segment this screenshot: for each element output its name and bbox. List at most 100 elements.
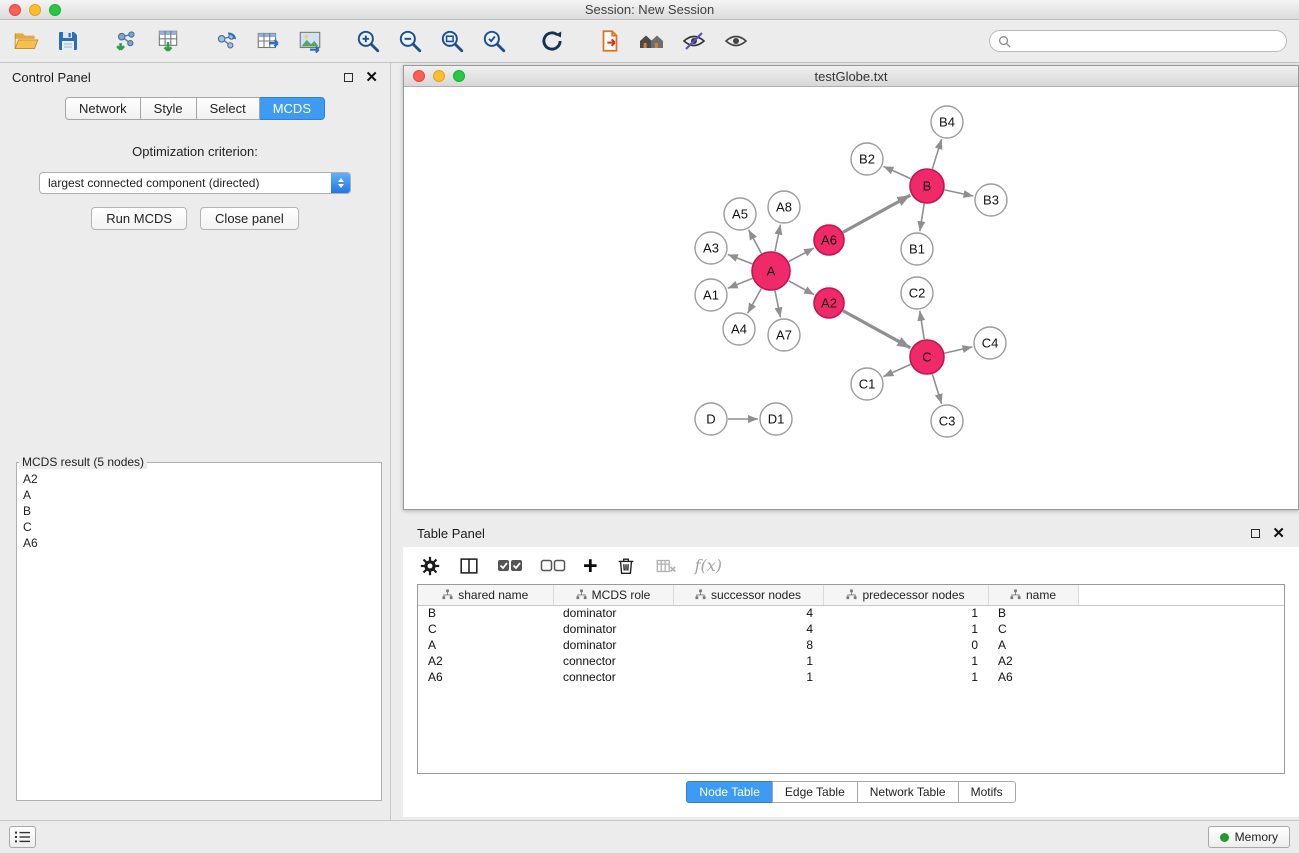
- refresh-button[interactable]: [538, 27, 566, 55]
- table-row[interactable]: Bdominator41B: [418, 605, 1284, 621]
- graph-node-B2[interactable]: B2: [851, 143, 883, 175]
- column-header-shared-name[interactable]: shared name: [418, 585, 553, 605]
- close-control-panel-button[interactable]: ✕: [365, 70, 378, 85]
- column-header-mcds-role[interactable]: MCDS role: [553, 585, 673, 605]
- import-network-button[interactable]: [112, 27, 140, 55]
- graph-node-C[interactable]: C: [910, 340, 944, 374]
- graph-node-C2[interactable]: C2: [901, 277, 933, 309]
- minimize-network-window-button[interactable]: [433, 70, 445, 82]
- graph-node-B[interactable]: B: [910, 169, 944, 203]
- graph-node-B3[interactable]: B3: [975, 184, 1007, 216]
- document-arrow-button[interactable]: [596, 27, 624, 55]
- column-header-name[interactable]: name: [988, 585, 1078, 605]
- graph-edge-A-A5[interactable]: [749, 230, 762, 254]
- save-session-button[interactable]: [54, 27, 82, 55]
- graph-node-A3[interactable]: A3: [695, 232, 727, 264]
- tab-edge-table[interactable]: Edge Table: [772, 781, 858, 803]
- tab-network-table[interactable]: Network Table: [857, 781, 959, 803]
- graph-node-A[interactable]: A: [752, 252, 790, 290]
- mcds-result-item[interactable]: C: [19, 519, 379, 535]
- graph-node-C1[interactable]: C1: [851, 368, 883, 400]
- zoom-out-button[interactable]: [396, 27, 424, 55]
- clear-selection-button[interactable]: [540, 556, 566, 576]
- export-image-button[interactable]: [296, 27, 324, 55]
- mcds-result-item[interactable]: B: [19, 503, 379, 519]
- zoom-in-button[interactable]: [354, 27, 382, 55]
- graph-edge-A2-C[interactable]: [843, 311, 910, 348]
- graph-node-A7[interactable]: A7: [768, 319, 800, 351]
- tab-network[interactable]: Network: [65, 97, 141, 120]
- graph-edge-A-A8[interactable]: [775, 225, 780, 252]
- add-column-button[interactable]: +: [583, 556, 598, 576]
- graph-node-A2[interactable]: A2: [814, 288, 844, 318]
- search-input[interactable]: [1016, 34, 1278, 48]
- graph-node-A8[interactable]: A8: [768, 191, 800, 223]
- graph-node-C3[interactable]: C3: [931, 405, 963, 437]
- graph-node-B4[interactable]: B4: [931, 106, 963, 138]
- table-row[interactable]: A2connector11A2: [418, 653, 1284, 669]
- graph-edge-B-B3[interactable]: [945, 190, 974, 196]
- search-box[interactable]: [989, 30, 1287, 52]
- table-settings-button[interactable]: [419, 555, 441, 577]
- graph-edge-B-B2[interactable]: [883, 166, 910, 178]
- graph-edge-B-B1[interactable]: [920, 204, 924, 231]
- homes-button[interactable]: [638, 27, 666, 55]
- graph-edge-C-C4[interactable]: [945, 347, 973, 353]
- graph-node-D1[interactable]: D1: [760, 403, 792, 435]
- eye-slash-button[interactable]: [680, 27, 708, 55]
- graph-node-A5[interactable]: A5: [724, 198, 756, 230]
- graph-edge-C-C2[interactable]: [920, 311, 924, 339]
- close-window-button[interactable]: [9, 4, 21, 16]
- minimize-window-button[interactable]: [29, 4, 41, 16]
- network-canvas[interactable]: B4 B2 B B3 A5 A8 A6 B1 A3 A A1 C2 A2 A4 A7 C C4 C1 C3 D D1: [404, 88, 1298, 509]
- graph-node-B1[interactable]: B1: [901, 233, 933, 265]
- import-table-button[interactable]: [154, 27, 182, 55]
- float-table-panel-button[interactable]: [1251, 529, 1260, 538]
- graph-node-A1[interactable]: A1: [695, 279, 727, 311]
- graph-edge-C-C3[interactable]: [932, 374, 941, 404]
- maximize-window-button[interactable]: [49, 4, 61, 16]
- zoom-fit-button[interactable]: [438, 27, 466, 55]
- graph-edge-A-A7[interactable]: [775, 291, 780, 318]
- close-network-window-button[interactable]: [413, 70, 425, 82]
- table-row[interactable]: Adominator80A: [418, 637, 1284, 653]
- zoom-selected-button[interactable]: [480, 27, 508, 55]
- tab-style[interactable]: Style: [141, 97, 197, 120]
- tab-motifs[interactable]: Motifs: [958, 781, 1016, 803]
- graph-node-C4[interactable]: C4: [974, 327, 1006, 359]
- mcds-result-item[interactable]: A: [19, 487, 379, 503]
- graph-edge-A-A4[interactable]: [748, 289, 762, 314]
- close-table-panel-button[interactable]: ✕: [1272, 526, 1285, 541]
- column-header-predecessor-nodes[interactable]: predecessor nodes: [823, 585, 988, 605]
- criterion-dropdown[interactable]: largest connected component (directed): [39, 172, 351, 194]
- graph-edge-C-C1[interactable]: [883, 364, 910, 376]
- open-session-button[interactable]: [12, 27, 40, 55]
- column-header-successor-nodes[interactable]: successor nodes: [673, 585, 823, 605]
- graph-edge-A-A6[interactable]: [789, 248, 814, 262]
- tab-select[interactable]: Select: [197, 97, 260, 120]
- graph-node-D[interactable]: D: [695, 403, 727, 435]
- table-row[interactable]: A6connector11A6: [418, 669, 1284, 685]
- tab-mcds[interactable]: MCDS: [260, 97, 325, 120]
- export-network-button[interactable]: [212, 27, 240, 55]
- task-history-button[interactable]: [9, 826, 36, 848]
- graph-edge-B-B4[interactable]: [932, 139, 941, 169]
- maximize-network-window-button[interactable]: [453, 70, 465, 82]
- float-control-panel-button[interactable]: [344, 73, 353, 82]
- table-row[interactable]: Cdominator41C: [418, 621, 1284, 637]
- run-mcds-button[interactable]: Run MCDS: [91, 207, 187, 230]
- delete-table-button[interactable]: [654, 555, 678, 577]
- graph-edge-A6-B[interactable]: [843, 195, 910, 232]
- delete-selected-button[interactable]: [615, 555, 637, 577]
- mcds-result-list[interactable]: A2ABCA6: [19, 471, 379, 798]
- memory-button[interactable]: Memory: [1208, 826, 1290, 848]
- select-all-button[interactable]: [497, 556, 523, 576]
- graph-edge-A-A1[interactable]: [728, 278, 753, 288]
- mcds-result-item[interactable]: A6: [19, 535, 379, 551]
- eye-button[interactable]: [722, 27, 750, 55]
- split-view-button[interactable]: [458, 555, 480, 577]
- graph-node-A4[interactable]: A4: [723, 313, 755, 345]
- tab-node-table[interactable]: Node Table: [686, 781, 773, 803]
- export-table-button[interactable]: [254, 27, 282, 55]
- graph-node-A6[interactable]: A6: [814, 225, 844, 255]
